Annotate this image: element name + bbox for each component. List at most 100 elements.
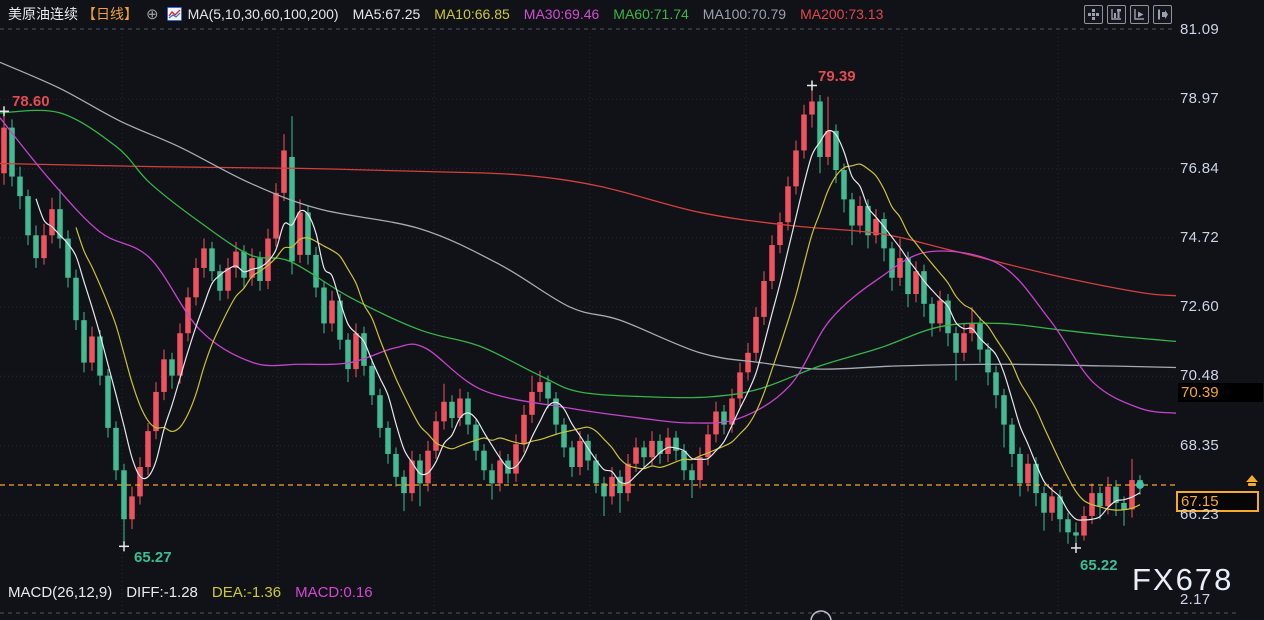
ma60-value: MA60:71.74 <box>613 6 689 22</box>
candle-body <box>145 431 151 467</box>
candle-body <box>113 428 119 470</box>
candle-body <box>609 477 615 497</box>
candle-body <box>529 392 535 415</box>
candle-body <box>1105 487 1111 507</box>
trading-chart-window: 78.6079.3965.2765.22 美原油连续 【日线】 ⊕ MA(5,1… <box>0 0 1264 620</box>
candle-body <box>25 196 31 235</box>
candle-body <box>225 268 231 291</box>
candle-body <box>1121 503 1127 510</box>
popout-tool-icon[interactable] <box>1153 5 1172 24</box>
candle-body <box>425 451 431 484</box>
candle-body <box>1025 464 1031 484</box>
period-selector[interactable]: 【日线】 <box>82 4 138 24</box>
macd-dea-value: DEA:-1.36 <box>212 584 281 601</box>
candle-body <box>689 470 695 480</box>
axis-play-tool-icon[interactable] <box>1130 5 1149 24</box>
swing-price-label: 78.60 <box>12 93 50 110</box>
candle-body <box>825 131 831 157</box>
candle-body <box>737 372 743 398</box>
axis-label: 72.60 <box>1180 298 1219 315</box>
candle-body <box>793 150 799 186</box>
candle-body <box>73 278 79 320</box>
candle-body <box>953 333 959 353</box>
candle-body <box>665 438 671 454</box>
candle-body <box>177 333 183 375</box>
axis-label: 66.23 <box>1180 506 1219 523</box>
candle-body <box>641 447 647 457</box>
chart-header: 美原油连续 【日线】 ⊕ MA(5,10,30,60,100,200) MA5:… <box>0 0 1264 28</box>
axis-label: 70.48 <box>1180 367 1219 384</box>
candle-body <box>489 470 495 483</box>
candle-body <box>81 320 87 362</box>
candle-body <box>89 336 95 362</box>
candle-body <box>377 395 383 428</box>
candlestick-chart-canvas[interactable]: 78.6079.3965.2765.22 <box>0 0 1264 620</box>
axis-label: 68.35 <box>1180 437 1219 454</box>
candle-body <box>369 366 375 395</box>
candle-body <box>521 415 527 444</box>
candle-body <box>57 209 63 238</box>
candle-body <box>841 170 847 199</box>
macd-indicator-bar: MACD(26,12,9) DIFF:-1.28 DEA:-1.36 MACD:… <box>8 584 373 601</box>
candle-body <box>513 444 519 473</box>
candle-body <box>129 496 135 519</box>
candle-body <box>1073 532 1079 535</box>
chart-toolbar <box>1084 5 1172 24</box>
candle-body <box>681 451 687 471</box>
candle-body <box>209 248 215 271</box>
macd-macd-value: MACD:0.16 <box>295 584 373 601</box>
macd-params-label: MACD(26,12,9) <box>8 584 112 601</box>
candle-body <box>313 255 319 288</box>
indicator-chart-icon[interactable] <box>167 7 182 21</box>
macd-diff-value: DIFF:-1.28 <box>126 584 198 601</box>
candle-body <box>1097 493 1103 506</box>
candle-body <box>929 304 935 324</box>
candle-body <box>121 470 127 519</box>
ma-line-MA60 <box>0 110 1176 397</box>
candle-body <box>465 398 471 424</box>
candle-body <box>281 150 287 192</box>
candle-body <box>441 402 447 422</box>
candle-body <box>857 206 863 226</box>
candle-body <box>361 333 367 366</box>
candle-body <box>497 460 503 483</box>
price-axis[interactable]: 70.39 67.15 81.0978.9776.8474.7272.6070.… <box>1178 0 1264 620</box>
candle-body <box>937 301 943 324</box>
candle-body <box>785 186 791 222</box>
candle-body <box>449 402 455 418</box>
axis-candle-tool-icon[interactable] <box>1107 5 1126 24</box>
last-price-dot <box>1136 481 1144 489</box>
candle-body <box>537 382 543 392</box>
candle-body <box>1049 496 1055 512</box>
axis-label: 74.72 <box>1180 229 1219 246</box>
ma5-value: MA5:67.25 <box>353 6 421 22</box>
ma10-value: MA10:66.85 <box>434 6 510 22</box>
add-indicator-icon[interactable]: ⊕ <box>146 5 159 23</box>
candle-body <box>137 467 143 496</box>
candle-body <box>593 460 599 483</box>
candle-body <box>1129 480 1135 509</box>
candle-body <box>433 421 439 450</box>
candle-body <box>569 447 575 467</box>
ma-group-label: MA(5,10,30,60,100,200) <box>188 6 339 22</box>
axis-label: 2.17 <box>1180 591 1210 608</box>
candle-body <box>321 288 327 324</box>
swing-price-label: 79.39 <box>818 68 856 85</box>
candle-body <box>1 128 7 174</box>
price-alert-arrow-icon <box>1244 475 1260 488</box>
candle-body <box>961 333 967 353</box>
candle-body <box>273 193 279 239</box>
candle-body <box>33 235 39 258</box>
candle-body <box>153 392 159 431</box>
candle-body <box>649 441 655 457</box>
candle-body <box>561 425 567 448</box>
collapse-handle-icon[interactable] <box>811 611 831 620</box>
candle-body <box>985 350 991 373</box>
candle-body <box>353 333 359 369</box>
candle-body <box>297 212 303 254</box>
candle-body <box>1009 425 1015 454</box>
move-tool-icon[interactable] <box>1084 5 1103 24</box>
candle-body <box>921 271 927 304</box>
ma100-value: MA100:70.79 <box>703 6 786 22</box>
axis-label: 76.84 <box>1180 160 1219 177</box>
